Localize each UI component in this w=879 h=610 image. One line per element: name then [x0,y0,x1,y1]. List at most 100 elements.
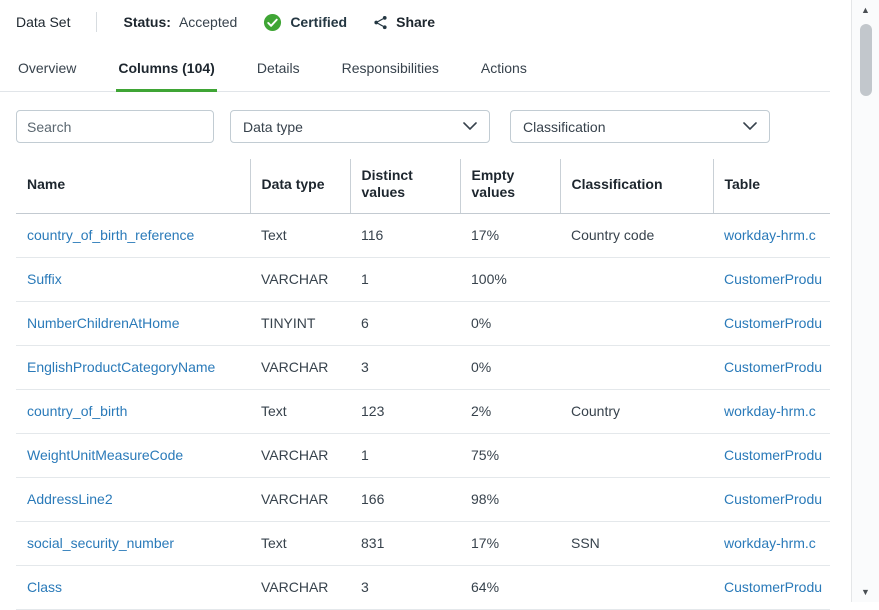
cell-classification [560,346,713,390]
table-row: Class VARCHAR 3 64% CustomerProdu [16,566,830,610]
columns-table: Name Data type Distinct values Empty val… [16,159,830,610]
column-name-link[interactable]: WeightUnitMeasureCode [27,447,183,463]
share-label: Share [396,14,435,30]
cell-distinct-values: 1 [350,434,460,478]
table-header-row: Name Data type Distinct values Empty val… [16,159,830,214]
table-row: social_security_number Text 831 17% SSN … [16,522,830,566]
tab-overview[interactable]: Overview [16,52,78,92]
cell-data-type: VARCHAR [250,566,350,610]
cell-empty-values: 100% [460,258,560,302]
tab-columns[interactable]: Columns (104) [116,52,216,92]
filter-bar: Data type Classification [0,92,830,157]
share-button[interactable]: Share [373,14,435,30]
cell-empty-values: 98% [460,478,560,522]
cell-distinct-values: 116 [350,214,460,258]
vertical-scrollbar[interactable]: ▲ ▼ [851,0,879,602]
classification-filter-label: Classification [523,119,605,135]
table-link[interactable]: CustomerProdu [724,447,822,463]
cell-distinct-values: 1 [350,258,460,302]
cell-empty-values: 75% [460,434,560,478]
column-name-link[interactable]: AddressLine2 [27,491,113,507]
table-link[interactable]: workday-hrm.c [724,227,816,243]
cell-data-type: TINYINT [250,302,350,346]
table-link[interactable]: workday-hrm.c [724,535,816,551]
cell-empty-values: 17% [460,214,560,258]
search-input[interactable] [16,110,214,143]
table-row: WeightUnitMeasureCode VARCHAR 1 75% Cust… [16,434,830,478]
data-type-filter-dropdown[interactable]: Data type [230,110,490,143]
column-name-link[interactable]: Class [27,579,62,595]
scrollbar-thumb[interactable] [860,24,872,96]
column-name-link[interactable]: country_of_birth_reference [27,227,194,243]
cell-data-type: Text [250,522,350,566]
column-name-link[interactable]: EnglishProductCategoryName [27,359,215,375]
page-content: Data Set Status: Accepted Certified [0,0,830,610]
cell-classification [560,478,713,522]
table-link[interactable]: CustomerProdu [724,271,822,287]
certified-check-icon [263,13,282,32]
table-row: NumberChildrenAtHome TINYINT 6 0% Custom… [16,302,830,346]
data-type-filter-label: Data type [243,119,303,135]
table-link[interactable]: CustomerProdu [724,491,822,507]
cell-distinct-values: 166 [350,478,460,522]
dataset-type-label: Data Set [16,14,70,30]
cell-empty-values: 2% [460,390,560,434]
table-row: AddressLine2 VARCHAR 166 98% CustomerPro… [16,478,830,522]
cell-empty-values: 64% [460,566,560,610]
certified-badge: Certified [263,13,347,32]
table-link[interactable]: workday-hrm.c [724,403,816,419]
cell-empty-values: 0% [460,346,560,390]
top-bar: Data Set Status: Accepted Certified [0,0,830,42]
cell-classification [560,434,713,478]
table-link[interactable]: CustomerProdu [724,359,822,375]
cell-empty-values: 0% [460,302,560,346]
divider [96,12,97,32]
column-name-link[interactable]: social_security_number [27,535,174,551]
table-row: Suffix VARCHAR 1 100% CustomerProdu [16,258,830,302]
cell-data-type: VARCHAR [250,258,350,302]
tab-bar: Overview Columns (104) Details Responsib… [0,42,830,92]
cell-classification: Country [560,390,713,434]
scroll-up-arrow-icon[interactable]: ▲ [852,0,879,20]
status-badge: Status: Accepted [123,14,237,30]
cell-distinct-values: 3 [350,346,460,390]
column-name-link[interactable]: country_of_birth [27,403,127,419]
cell-empty-values: 17% [460,522,560,566]
share-icon [373,15,388,30]
cell-data-type: Text [250,390,350,434]
classification-filter-dropdown[interactable]: Classification [510,110,770,143]
tab-responsibilities[interactable]: Responsibilities [340,52,441,92]
cell-distinct-values: 123 [350,390,460,434]
cell-classification: Country code [560,214,713,258]
status-label: Status: [123,14,170,30]
cell-classification [560,258,713,302]
scroll-down-arrow-icon[interactable]: ▼ [852,582,879,602]
col-header-data-type: Data type [250,159,350,214]
table-link[interactable]: CustomerProdu [724,579,822,595]
chevron-down-icon [463,122,477,131]
cell-distinct-values: 3 [350,566,460,610]
cell-classification [560,566,713,610]
cell-classification [560,302,713,346]
cell-data-type: VARCHAR [250,346,350,390]
status-value: Accepted [179,14,237,30]
cell-classification: SSN [560,522,713,566]
tab-details[interactable]: Details [255,52,302,92]
col-header-name: Name [16,159,250,214]
certified-label: Certified [290,14,347,30]
cell-data-type: VARCHAR [250,478,350,522]
table-row: country_of_birth Text 123 2% Country wor… [16,390,830,434]
column-name-link[interactable]: NumberChildrenAtHome [27,315,180,331]
chevron-down-icon [743,122,757,131]
column-name-link[interactable]: Suffix [27,271,62,287]
col-header-empty-values: Empty values [460,159,560,214]
table-row: country_of_birth_reference Text 116 17% … [16,214,830,258]
cell-distinct-values: 6 [350,302,460,346]
col-header-classification: Classification [560,159,713,214]
col-header-table: Table [713,159,830,214]
table-row: EnglishProductCategoryName VARCHAR 3 0% … [16,346,830,390]
col-header-distinct-values: Distinct values [350,159,460,214]
tab-actions[interactable]: Actions [479,52,529,92]
cell-data-type: Text [250,214,350,258]
table-link[interactable]: CustomerProdu [724,315,822,331]
